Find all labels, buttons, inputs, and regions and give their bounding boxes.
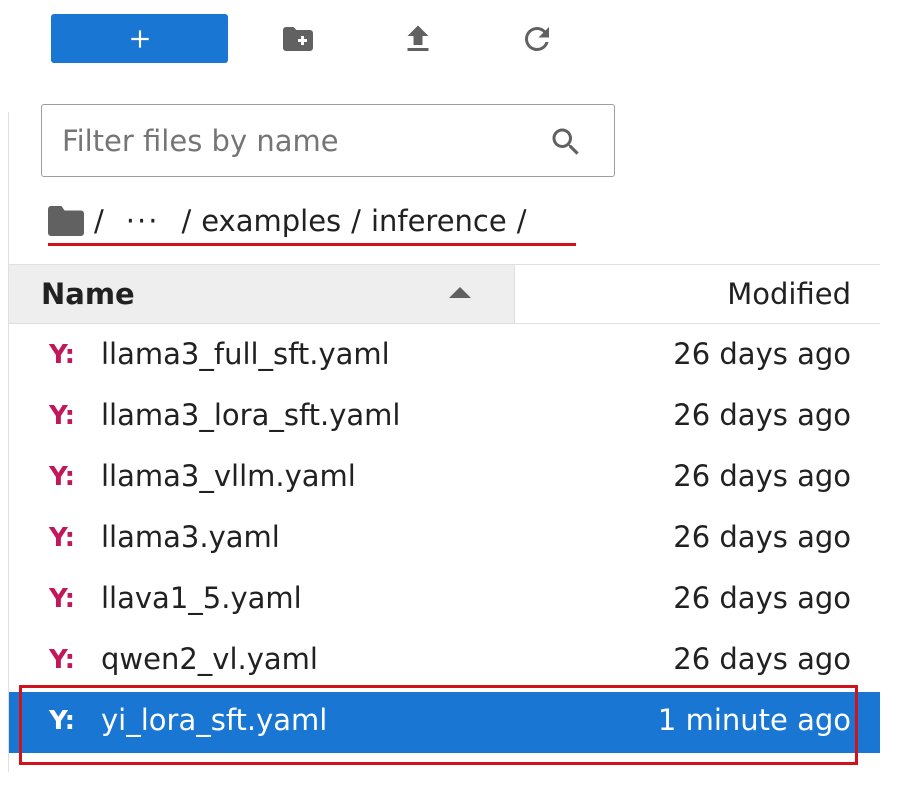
filter-box	[41, 104, 615, 177]
file-row[interactable]: Y: llama3_vllm.yaml 26 days ago	[9, 448, 880, 509]
file-modified: 26 days ago	[673, 398, 851, 432]
file-modified: 26 days ago	[673, 520, 851, 554]
search-icon	[552, 128, 579, 155]
file-list-header: Name Modified	[9, 264, 880, 324]
breadcrumb-examples[interactable]: examples	[201, 204, 341, 238]
yaml-file-icon: Y:	[49, 401, 75, 431]
file-modified: 26 days ago	[673, 337, 851, 371]
folder-icon[interactable]	[48, 205, 84, 237]
file-name: llava1_5.yaml	[101, 581, 302, 615]
new-folder-icon	[283, 27, 313, 51]
breadcrumb-separator: /	[94, 204, 104, 238]
breadcrumb-inference[interactable]: inference	[371, 204, 507, 238]
file-browser: / ··· / examples / inference / Name Modi…	[0, 0, 899, 791]
yaml-file-icon: Y:	[49, 584, 75, 614]
breadcrumb-separator: /	[351, 204, 361, 238]
file-row[interactable]: Y: qwen2_vl.yaml 26 days ago	[9, 631, 880, 692]
file-modified: 26 days ago	[673, 581, 851, 615]
new-launcher-button[interactable]	[51, 14, 228, 63]
file-row[interactable]: Y: llama3.yaml 26 days ago	[9, 509, 880, 570]
file-list: Y: llama3_full_sft.yaml 26 days ago Y: l…	[9, 326, 880, 753]
plus-icon	[130, 29, 149, 48]
filter-input[interactable]	[60, 122, 534, 159]
column-header-modified[interactable]: Modified	[727, 277, 851, 311]
file-row[interactable]: Y: llava1_5.yaml 26 days ago	[9, 570, 880, 631]
file-modified: 26 days ago	[673, 459, 851, 493]
yaml-file-icon: Y:	[49, 645, 75, 675]
breadcrumb-separator: /	[181, 204, 192, 238]
file-name: yi_lora_sft.yaml	[101, 703, 328, 737]
breadcrumb-ellipsis[interactable]: ···	[126, 204, 160, 238]
file-name: llama3_lora_sft.yaml	[101, 398, 401, 432]
breadcrumb-separator: /	[516, 204, 527, 238]
file-name: qwen2_vl.yaml	[101, 642, 318, 676]
yaml-file-icon: Y:	[49, 340, 75, 370]
yaml-file-icon: Y:	[49, 706, 75, 736]
upload-button[interactable]	[399, 20, 437, 58]
annotation-underline	[48, 243, 576, 246]
file-name: llama3_vllm.yaml	[101, 459, 356, 493]
file-row[interactable]: Y: llama3_full_sft.yaml 26 days ago	[9, 326, 880, 387]
file-row[interactable]: Y: llama3_lora_sft.yaml 26 days ago	[9, 387, 880, 448]
refresh-button[interactable]	[518, 20, 556, 58]
refresh-icon	[524, 26, 549, 51]
upload-icon	[407, 25, 429, 51]
file-modified: 1 minute ago	[657, 703, 851, 737]
file-modified: 26 days ago	[673, 642, 851, 676]
file-row-selected[interactable]: Y: yi_lora_sft.yaml 1 minute ago	[9, 692, 880, 753]
new-folder-button[interactable]	[279, 20, 317, 58]
column-name-label: Name	[41, 277, 135, 311]
breadcrumb: / ··· / examples / inference /	[48, 198, 537, 244]
file-name: llama3_full_sft.yaml	[101, 337, 390, 371]
yaml-file-icon: Y:	[49, 462, 75, 492]
file-name: llama3.yaml	[101, 520, 280, 554]
sort-ascending-icon	[449, 287, 471, 298]
column-header-name[interactable]: Name	[9, 265, 515, 323]
yaml-file-icon: Y:	[49, 523, 75, 553]
